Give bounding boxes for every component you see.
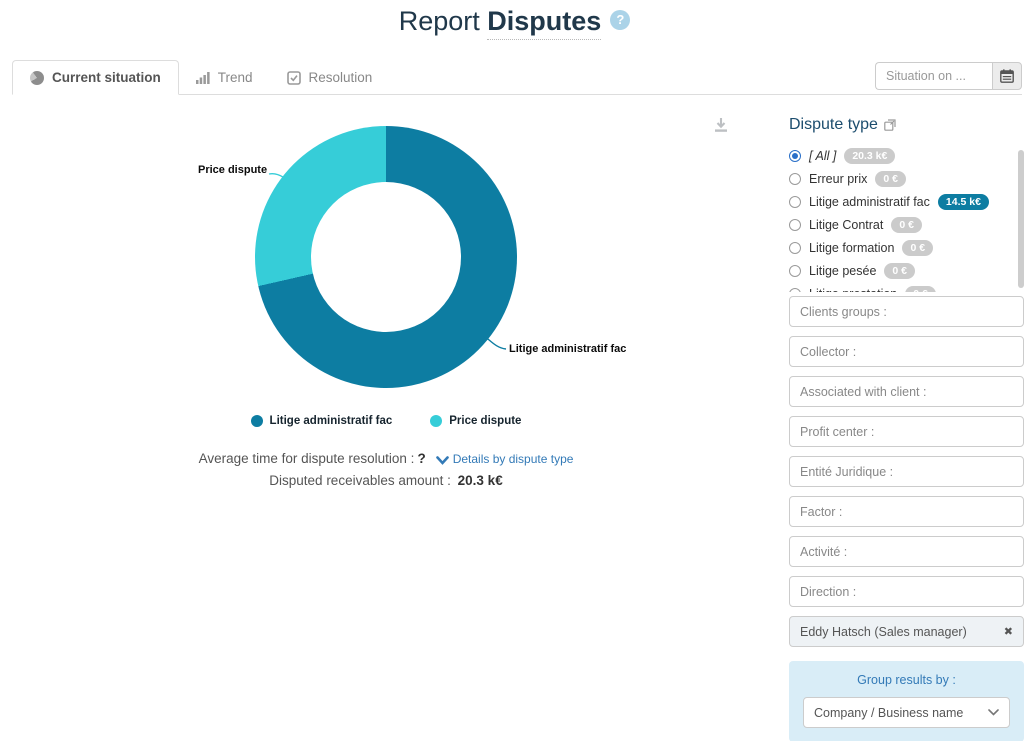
list-scrollbar[interactable]: [1018, 150, 1024, 288]
tab-label: Resolution: [309, 70, 373, 85]
dispute-option-label: Litige pesée: [809, 264, 876, 278]
dispute-option-label: Litige administratif fac: [809, 195, 930, 209]
tab-label: Current situation: [52, 70, 161, 85]
legend-item-litige[interactable]: Litige administratif fac: [251, 415, 393, 427]
dispute-type-title: Dispute type: [789, 116, 896, 134]
factor-input[interactable]: [789, 496, 1024, 527]
dispute-option-litige-prestation[interactable]: Litige prestation 0 €: [789, 282, 1024, 292]
checkbox-icon: [287, 71, 301, 85]
select-chevron-icon: [988, 709, 999, 716]
details-by-dispute-type-link[interactable]: Details by dispute type: [453, 452, 574, 466]
tab-resolution[interactable]: Resolution: [270, 61, 390, 94]
radio-icon[interactable]: [789, 173, 801, 185]
group-results-panel: Group results by : Company / Business na…: [789, 661, 1024, 741]
dispute-type-list: [ All ] 20.3 k€ Erreur prix 0 € Litige a…: [789, 144, 1024, 292]
legend-label: Price dispute: [449, 415, 521, 427]
legend-item-price[interactable]: Price dispute: [430, 415, 521, 427]
group-by-select[interactable]: Company / Business name: [803, 697, 1010, 728]
chart-legend: Litige administratif fac Price dispute: [0, 415, 772, 427]
page-title-regular: Report: [399, 6, 480, 36]
associated-with-client-input[interactable]: [789, 376, 1024, 407]
dispute-option-litige-contrat[interactable]: Litige Contrat 0 €: [789, 213, 1024, 236]
tab-label: Trend: [218, 70, 253, 85]
connector-price-dispute: [267, 170, 297, 192]
legend-dot-price: [430, 415, 442, 427]
page-title-bold: Disputes: [487, 6, 601, 40]
dispute-option-badge: 0 €: [875, 171, 906, 187]
tab-bar: Current situation Trend Resolution: [12, 60, 1022, 95]
situation-date-input[interactable]: [875, 62, 992, 90]
dispute-option-badge: 0 €: [905, 286, 936, 293]
situation-date-group: [875, 62, 1022, 90]
profit-center-input[interactable]: [789, 416, 1024, 447]
dispute-option-label: [ All ]: [809, 149, 836, 163]
disputed-amount-line: Disputed receivables amount : 20.3 k€: [0, 473, 772, 488]
radio-icon[interactable]: [789, 219, 801, 231]
connector-litige-administratif: [482, 334, 508, 352]
help-icon[interactable]: ?: [610, 10, 630, 30]
dispute-option-badge: 20.3 k€: [844, 148, 895, 164]
group-by-selected-value: Company / Business name: [814, 706, 963, 720]
dispute-option-all[interactable]: [ All ] 20.3 k€: [789, 144, 1024, 167]
entite-juridique-input[interactable]: [789, 456, 1024, 487]
download-icon[interactable]: [712, 117, 730, 138]
radio-icon[interactable]: [789, 288, 801, 293]
dispute-option-label: Erreur prix: [809, 172, 867, 186]
remove-filter-icon[interactable]: ✖: [1004, 625, 1013, 638]
dispute-option-badge: 0 €: [902, 240, 933, 256]
legend-dot-litige: [251, 415, 263, 427]
slice-label-litige-administratif: Litige administratif fac: [509, 343, 626, 355]
clients-groups-input[interactable]: [789, 296, 1024, 327]
disputed-amount-value: 20.3 k€: [458, 473, 503, 488]
legend-label: Litige administratif fac: [270, 415, 393, 427]
popup-window-icon[interactable]: [884, 119, 896, 131]
report-disputes-page: Report Disputes? Current situation Trend…: [0, 0, 1029, 741]
dispute-option-litige-formation[interactable]: Litige formation 0 €: [789, 236, 1024, 259]
dispute-option-badge: 0 €: [884, 263, 915, 279]
dispute-option-label: Litige Contrat: [809, 218, 883, 232]
dispute-option-label: Litige formation: [809, 241, 894, 255]
pie-chart-icon: [30, 71, 44, 85]
slice-label-price-dispute: Price dispute: [198, 164, 266, 176]
collector-input[interactable]: [789, 336, 1024, 367]
direction-input[interactable]: [789, 576, 1024, 607]
radio-icon[interactable]: [789, 242, 801, 254]
dispute-option-badge: 0 €: [891, 217, 922, 233]
disputed-amount-label: Disputed receivables amount :: [269, 473, 451, 488]
radio-icon[interactable]: [789, 150, 801, 162]
bar-chart-icon: [196, 71, 210, 84]
page-title: Report Disputes?: [0, 6, 1029, 37]
calendar-icon: [1000, 69, 1014, 83]
dispute-type-title-text: Dispute type: [789, 116, 878, 134]
donut-chart[interactable]: [255, 126, 517, 388]
avg-resolution-label: Average time for dispute resolution :: [199, 451, 415, 466]
dispute-option-label: Litige prestation: [809, 287, 897, 293]
activite-input[interactable]: [789, 536, 1024, 567]
dispute-option-litige-administratif[interactable]: Litige administratif fac 14.5 k€: [789, 190, 1024, 213]
group-results-label: Group results by :: [803, 673, 1010, 687]
sales-manager-filter-chip[interactable]: Eddy Hatsch (Sales manager) ✖: [789, 616, 1024, 647]
filter-inputs: Eddy Hatsch (Sales manager) ✖ Group resu…: [789, 296, 1024, 741]
radio-icon[interactable]: [789, 196, 801, 208]
radio-icon[interactable]: [789, 265, 801, 277]
tab-trend[interactable]: Trend: [179, 61, 270, 94]
chevron-down-icon[interactable]: [436, 453, 449, 468]
dispute-option-erreur-prix[interactable]: Erreur prix 0 €: [789, 167, 1024, 190]
calendar-button[interactable]: [992, 62, 1022, 90]
sales-manager-filter-label: Eddy Hatsch (Sales manager): [800, 625, 967, 639]
dispute-option-litige-pesee[interactable]: Litige pesée 0 €: [789, 259, 1024, 282]
tab-current-situation[interactable]: Current situation: [12, 60, 179, 95]
dispute-option-badge: 14.5 k€: [938, 194, 989, 210]
avg-resolution-line: Average time for dispute resolution :? De…: [0, 451, 772, 466]
avg-resolution-value: ?: [417, 451, 425, 466]
